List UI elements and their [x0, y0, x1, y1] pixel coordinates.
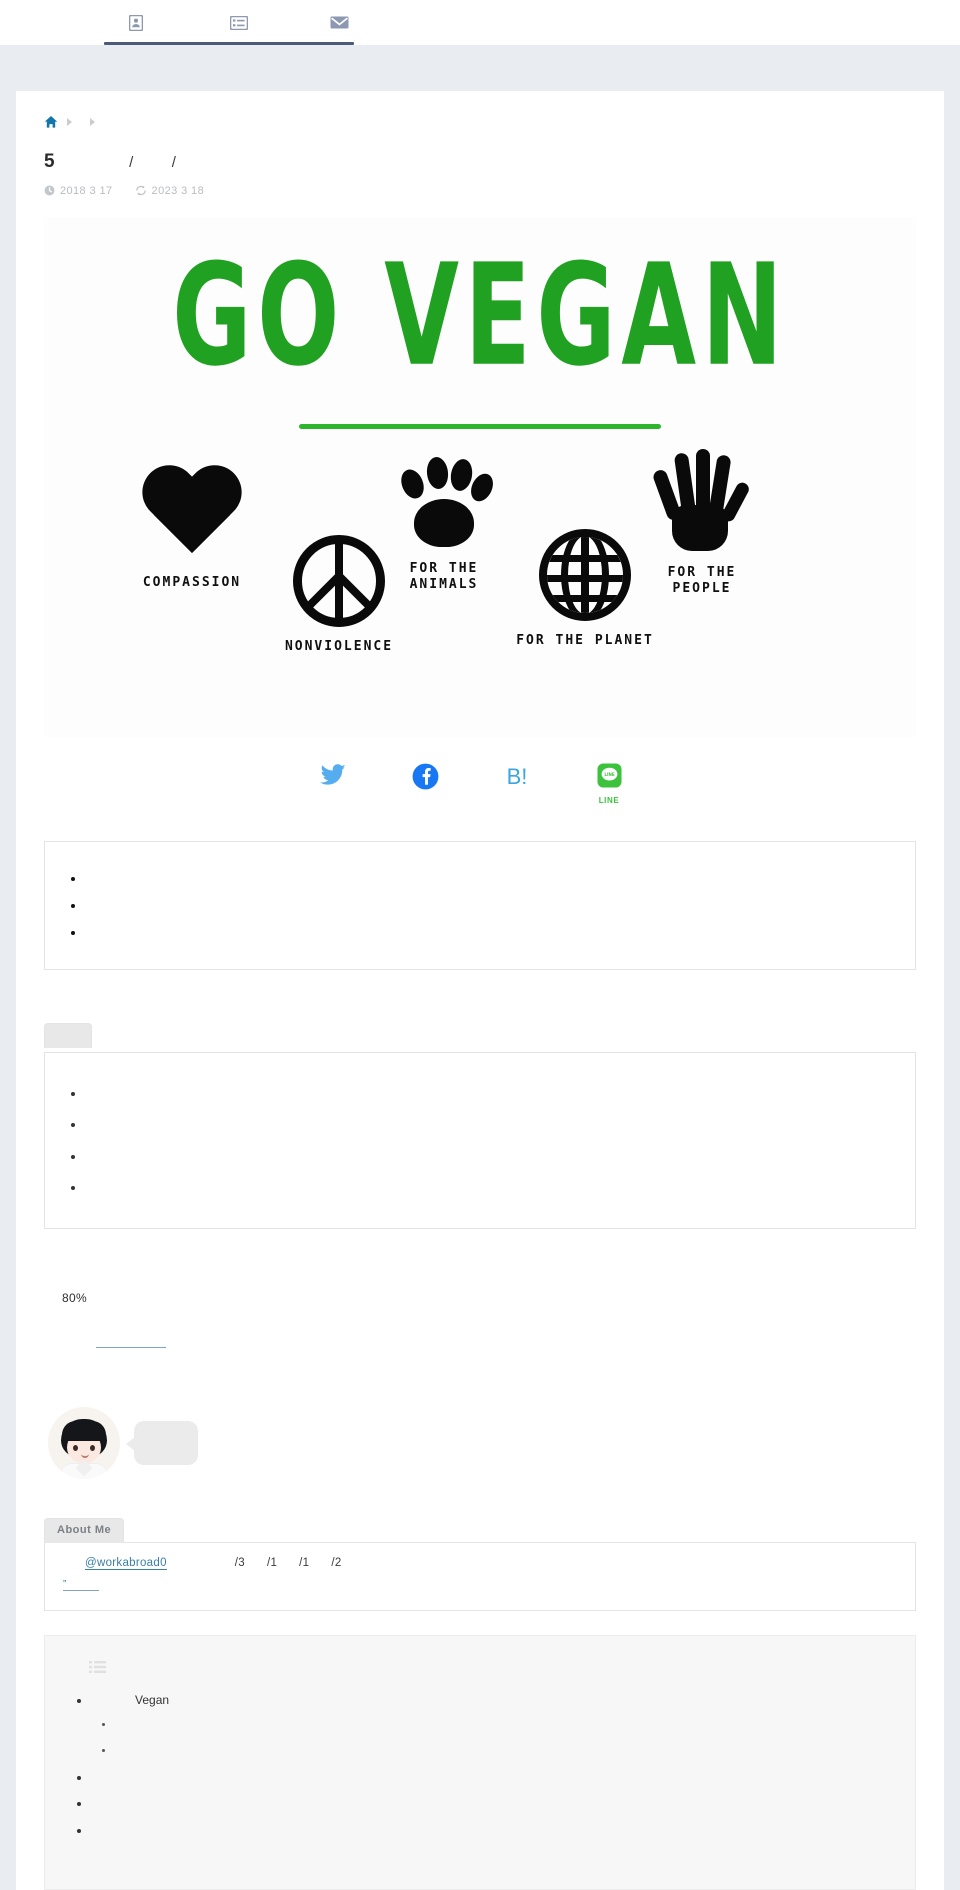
clock-icon	[44, 185, 55, 196]
breadcrumb-separator-1	[67, 118, 72, 126]
mail-icon	[330, 16, 349, 30]
updated-date: 2023 3 18	[151, 184, 205, 197]
nav-item-mail[interactable]	[308, 0, 371, 45]
line-share-button[interactable]: LINE LINE	[583, 763, 635, 809]
author-profile-row	[44, 1406, 916, 1479]
list-item[interactable]	[85, 1150, 897, 1163]
hatena-bookmark-icon: B!	[506, 763, 528, 789]
list-item[interactable]	[91, 1770, 893, 1784]
about-me-line: @workabroad0 /3 /1 /1 /2	[63, 1557, 897, 1570]
about-fragment-3: /1	[299, 1556, 310, 1569]
list-item[interactable]	[91, 1796, 893, 1810]
breadcrumb-separator-2	[90, 118, 95, 126]
social-share-bar: B! LINE LINE	[26, 745, 916, 819]
nav-item-list[interactable]	[207, 0, 270, 45]
page-wrapper: 5 / / 2018 3 17 2023 3 18 GO VEGAN COMPA…	[0, 91, 960, 1890]
percent-value: 80%	[62, 1290, 87, 1305]
nav-icon-group	[0, 0, 960, 45]
page-title: 5 / /	[44, 149, 916, 175]
about-fragment-1: /3	[234, 1556, 245, 1569]
svg-text:LINE: LINE	[604, 772, 614, 777]
home-icon[interactable]	[44, 115, 58, 129]
paw-icon	[394, 455, 498, 551]
about-me-content: @workabroad0 /3 /1 /1 /2 ”	[44, 1541, 916, 1611]
list-item[interactable]	[85, 1181, 897, 1194]
twitter-handle-link[interactable]: @workabroad0	[85, 1557, 167, 1570]
list-item[interactable]	[85, 1087, 897, 1100]
hero-headline: GO VEGAN	[171, 232, 789, 398]
value-label-nonviolence: NONVIOLENCE	[284, 638, 394, 654]
stats-link-wrap	[62, 1335, 916, 1353]
tabbed-box	[44, 1022, 916, 1229]
updated-date-chip: 2023 3 18	[135, 185, 205, 197]
nav-active-underline	[104, 42, 354, 45]
toc-item-label: Vegan	[135, 1692, 170, 1707]
top-navigation-bar	[0, 0, 960, 45]
list-item[interactable]	[85, 1118, 897, 1131]
tab-header[interactable]	[44, 1023, 92, 1049]
article-card: 5 / / 2018 3 17 2023 3 18 GO VEGAN COMPA…	[16, 91, 944, 1890]
tab-list	[63, 1087, 897, 1194]
inline-link[interactable]	[96, 1335, 166, 1348]
refresh-icon	[135, 185, 147, 196]
about-me-section: About Me @workabroad0 /3 /1 /1 /2 ”	[44, 1517, 916, 1611]
facebook-icon	[412, 763, 439, 795]
twitter-icon	[320, 763, 346, 792]
title-slash-1: /	[129, 154, 134, 171]
post-meta: 2018 3 17 2023 3 18	[44, 185, 916, 197]
hand-icon	[651, 447, 752, 555]
summary-box	[44, 840, 916, 971]
list-icon	[229, 15, 248, 30]
hero-image: GO VEGAN COMPASSION NONVIOLENCE FOR THE …	[44, 216, 916, 737]
hero-value-icons: COMPASSION NONVIOLENCE FOR THE ANIMALS F…	[44, 448, 916, 697]
table-of-contents-widget: Vegan	[44, 1634, 916, 1890]
avatar	[48, 1406, 120, 1479]
speech-bubble	[126, 1420, 198, 1465]
hero-underline	[299, 424, 661, 430]
line-icon: LINE	[596, 763, 622, 793]
toc-list: Vegan	[67, 1693, 893, 1837]
list-item[interactable]	[115, 1719, 893, 1732]
list-item[interactable]	[85, 872, 897, 885]
title-number: 5	[44, 151, 56, 172]
stats-block: 80%	[44, 1291, 916, 1353]
heart-icon	[138, 467, 246, 563]
list-item[interactable]	[85, 926, 897, 939]
twitter-share-button[interactable]	[307, 763, 359, 809]
tab-content	[44, 1052, 916, 1229]
profile-card-icon	[128, 14, 143, 31]
list-item[interactable]	[115, 1745, 893, 1758]
list-item[interactable]	[91, 1823, 893, 1837]
breadcrumb	[44, 113, 916, 131]
about-fragment-4: /2	[331, 1556, 342, 1569]
value-label-planet: FOR THE PLANET	[516, 632, 654, 648]
facebook-share-button[interactable]	[399, 763, 451, 809]
value-label-people: FOR THE PEOPLE	[667, 564, 737, 596]
title-slash-2: /	[171, 154, 177, 171]
toc-sublist	[91, 1719, 893, 1757]
about-fragment-2: /1	[266, 1556, 278, 1569]
value-people: FOR THE PEOPLE	[612, 447, 792, 598]
summary-list	[63, 872, 897, 940]
line-label: LINE	[598, 795, 620, 805]
published-date-chip: 2018 3 17	[44, 185, 113, 197]
nav-item-profile[interactable]	[104, 0, 167, 45]
hatena-share-button[interactable]: B!	[491, 763, 543, 809]
list-item[interactable]	[85, 899, 897, 912]
about-quote-link[interactable]: ”	[63, 1579, 99, 1591]
about-me-tab[interactable]: About Me	[44, 1517, 125, 1543]
toc-list-icon	[89, 1660, 893, 1679]
list-item[interactable]: Vegan	[91, 1693, 893, 1758]
page-background-gap	[0, 45, 960, 91]
published-date: 2018 3 17	[60, 184, 113, 197]
